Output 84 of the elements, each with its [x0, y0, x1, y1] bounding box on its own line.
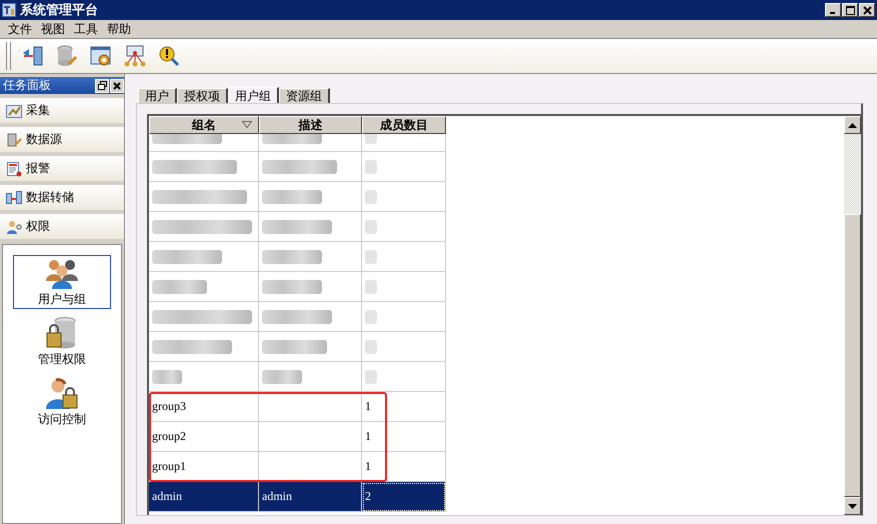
redacted-text: [365, 160, 377, 174]
redacted-text: [262, 250, 322, 264]
section-label: 数据源: [26, 131, 62, 148]
table-cell: 1: [365, 429, 371, 444]
redacted-text: [262, 280, 322, 294]
table-row[interactable]: group1 1: [149, 452, 446, 482]
tab[interactable]: 用户: [138, 88, 177, 103]
panel-section[interactable]: 权限: [0, 214, 124, 239]
redacted-text: [152, 370, 182, 384]
maximize-icon: [846, 6, 854, 14]
restore-button[interactable]: [95, 78, 109, 92]
maximize-button[interactable]: [842, 3, 858, 17]
panel-item[interactable]: 访问控制: [13, 375, 111, 429]
minimize-button[interactable]: [825, 3, 841, 17]
table-cell: group1: [152, 459, 186, 474]
column-header[interactable]: 组名: [149, 116, 259, 134]
redacted-text: [365, 280, 377, 294]
close-icon: [113, 82, 121, 90]
sort-icon: [242, 121, 252, 128]
app-icon: [2, 3, 16, 17]
transfer-icon: [6, 190, 22, 206]
window-title: 系统管理平台: [20, 2, 99, 19]
panel-item[interactable]: 用户与组: [13, 255, 111, 309]
down-triangle-icon: [848, 504, 857, 508]
table-row[interactable]: group2 1: [149, 422, 446, 452]
redacted-text: [262, 190, 322, 204]
table-row[interactable]: group3 1: [149, 392, 446, 422]
section-label: 采集: [26, 102, 50, 119]
redacted-text: [152, 250, 222, 264]
warning-search-icon[interactable]: [157, 44, 181, 68]
chart-icon: [6, 102, 22, 118]
user-lock-icon: [45, 376, 79, 408]
redacted-text: [365, 250, 377, 264]
scroll-thumb[interactable]: [844, 214, 861, 497]
menu-item[interactable]: 视图: [37, 20, 70, 38]
panel-section[interactable]: 采集: [0, 98, 124, 123]
database-wrench-icon[interactable]: [55, 44, 79, 68]
restore-icon: [98, 81, 106, 90]
close-icon: [862, 6, 872, 14]
redacted-text: [152, 280, 207, 294]
menu-item[interactable]: 工具: [70, 20, 103, 38]
panel-item[interactable]: 管理权限: [13, 315, 111, 369]
tab[interactable]: 资源组: [279, 88, 330, 103]
panel-title: 任务面板: [3, 77, 52, 94]
redacted-text: [365, 220, 377, 234]
section-label: 报警: [26, 160, 50, 177]
panel-section[interactable]: 数据转储: [0, 185, 124, 210]
user-key-icon: [6, 218, 22, 234]
redacted-text: [365, 310, 377, 324]
redacted-text: [262, 220, 332, 234]
selected-row[interactable]: admin admin 2: [149, 482, 446, 512]
column-header[interactable]: 描述: [259, 116, 362, 134]
menu-item[interactable]: 帮助: [103, 20, 136, 38]
scroll-down-button[interactable]: [844, 497, 861, 515]
table-cell: admin: [262, 489, 292, 504]
close-button[interactable]: [110, 78, 124, 92]
redacted-text: [365, 190, 377, 204]
redacted-text: [262, 310, 332, 324]
redacted-text: [365, 340, 377, 354]
table-cell: group3: [152, 399, 186, 414]
scroll-up-button[interactable]: [844, 116, 861, 134]
panel-section[interactable]: 报警: [0, 156, 124, 181]
database-icon: [6, 132, 22, 148]
column-header[interactable]: 成员数目: [362, 116, 446, 134]
report-icon: [6, 160, 22, 176]
redacted-text: [365, 370, 377, 384]
panel-section[interactable]: 数据源: [0, 127, 124, 152]
up-triangle-icon: [848, 122, 857, 128]
table-cell: 1: [365, 459, 371, 474]
table-cell: group2: [152, 429, 186, 444]
close-button[interactable]: [859, 3, 875, 17]
redacted-text: [262, 370, 302, 384]
hierarchy-icon[interactable]: [123, 44, 147, 68]
tab[interactable]: 用户组: [228, 87, 279, 103]
table-cell: admin: [152, 489, 182, 504]
table-cell: 2: [365, 489, 371, 504]
table-cell: 1: [365, 399, 371, 414]
menu-item[interactable]: 文件: [4, 20, 37, 38]
gear-window-icon[interactable]: [89, 44, 113, 68]
redacted-text: [262, 340, 327, 354]
export-icon[interactable]: [21, 44, 45, 68]
tab[interactable]: 授权项: [177, 88, 228, 103]
section-label: 数据转储: [26, 189, 74, 206]
section-label: 权限: [26, 218, 50, 235]
